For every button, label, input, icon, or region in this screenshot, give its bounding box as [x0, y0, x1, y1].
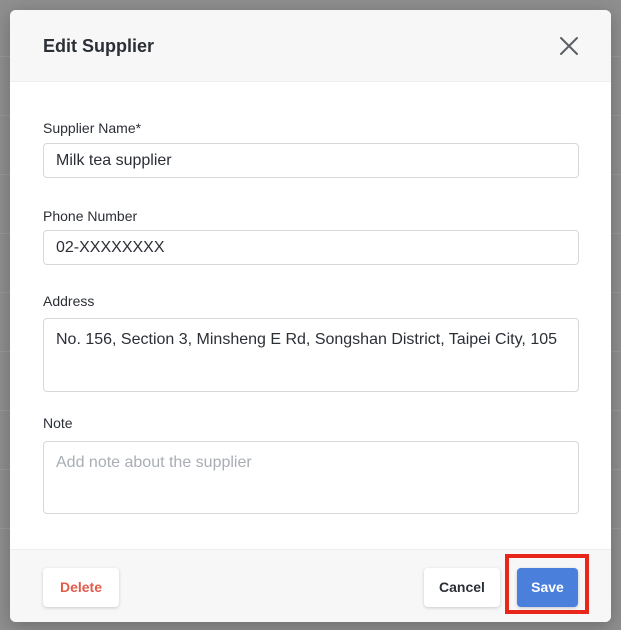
edit-supplier-dialog: Edit Supplier Supplier Name* Milk tea su…	[10, 10, 611, 622]
note-textarea[interactable]: Add note about the supplier	[43, 441, 579, 514]
note-placeholder: Add note about the supplier	[56, 454, 252, 471]
address-textarea[interactable]: No. 156, Section 3, Minsheng E Rd, Songs…	[43, 318, 579, 392]
dialog-footer: Delete Cancel Save	[10, 549, 611, 622]
phone-number-input[interactable]: 02-XXXXXXXX	[43, 230, 579, 265]
phone-number-label: Phone Number	[43, 208, 138, 224]
save-button[interactable]: Save	[517, 568, 578, 607]
supplier-name-label: Supplier Name*	[43, 120, 142, 136]
dialog-title: Edit Supplier	[43, 36, 155, 56]
note-label: Note	[43, 415, 73, 431]
close-icon	[560, 37, 578, 55]
dialog-header: Edit Supplier	[10, 10, 611, 82]
address-label: Address	[43, 293, 95, 309]
close-button[interactable]	[557, 34, 581, 58]
delete-button[interactable]: Delete	[43, 568, 119, 607]
cancel-button[interactable]: Cancel	[424, 568, 500, 607]
supplier-name-input[interactable]: Milk tea supplier	[43, 143, 579, 178]
